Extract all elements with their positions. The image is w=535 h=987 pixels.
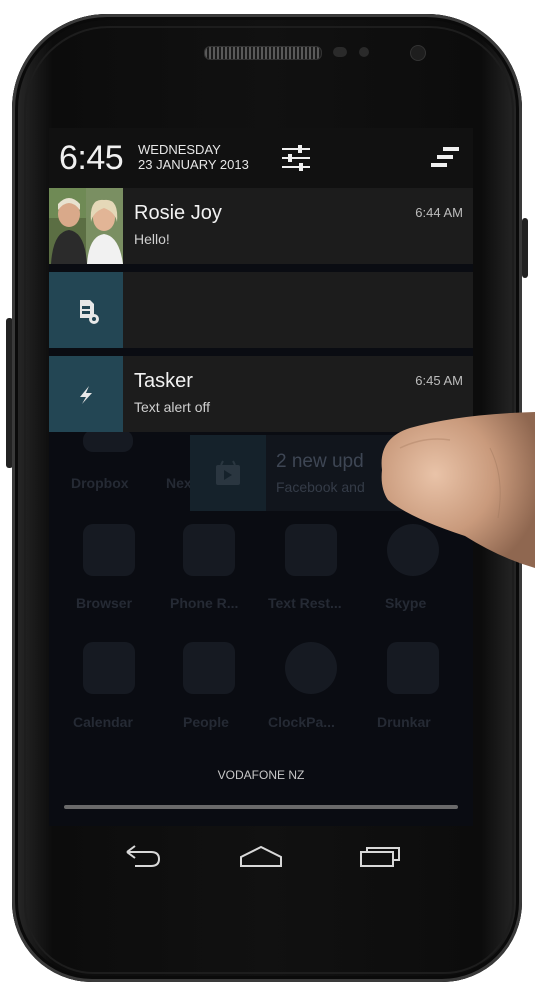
app-label-skype: Skype bbox=[385, 595, 427, 611]
quick-settings-icon[interactable] bbox=[281, 144, 311, 172]
app-icon bbox=[183, 524, 235, 576]
back-icon[interactable] bbox=[117, 838, 167, 874]
notification-sim-settings[interactable] bbox=[49, 272, 473, 348]
tasker-bolt-icon bbox=[49, 356, 123, 432]
notification-header: 6:45 WEDNESDAY 23 JANUARY 2013 bbox=[49, 128, 473, 188]
app-label-phone: Phone R... bbox=[170, 595, 239, 611]
background-notification-title: 2 new upd bbox=[276, 451, 364, 472]
notification-text: Text alert off bbox=[134, 399, 211, 415]
shade-drag-handle[interactable] bbox=[64, 805, 458, 809]
app-icon bbox=[183, 642, 235, 694]
contact-photo bbox=[49, 188, 123, 264]
earpiece-speaker bbox=[204, 46, 322, 60]
app-label-calendar: Calendar bbox=[73, 714, 133, 730]
notification-time: 6:44 AM bbox=[415, 205, 463, 220]
app-icon bbox=[83, 642, 135, 694]
sim-settings-icon bbox=[49, 272, 123, 348]
app-label-drunkar: Drunkar bbox=[377, 714, 431, 730]
app-icon bbox=[285, 524, 337, 576]
home-icon[interactable] bbox=[236, 838, 286, 874]
play-store-icon bbox=[190, 435, 266, 511]
power-button[interactable] bbox=[522, 218, 528, 278]
carrier-label: VODAFONE NZ bbox=[217, 768, 305, 782]
weekday: WEDNESDAY bbox=[138, 142, 221, 157]
light-sensor bbox=[359, 47, 369, 57]
notification-title: Tasker bbox=[134, 370, 193, 392]
proximity-sensor bbox=[333, 47, 347, 57]
app-label-textrest: Text Rest... bbox=[268, 595, 342, 611]
date: 23 JANUARY 2013 bbox=[138, 157, 249, 172]
notification-time: 6:45 AM bbox=[415, 373, 463, 388]
notification-text: Hello! bbox=[134, 231, 170, 247]
app-icon bbox=[83, 430, 133, 452]
navigation-bar bbox=[49, 826, 473, 888]
finger-overlay bbox=[370, 408, 535, 568]
app-label-people: People bbox=[183, 714, 229, 730]
app-icon bbox=[285, 642, 337, 694]
clock: 6:45 bbox=[59, 139, 124, 177]
background-notification-text: Facebook and bbox=[276, 479, 365, 495]
recents-icon[interactable] bbox=[355, 838, 405, 874]
app-icon bbox=[83, 524, 135, 576]
notification-rosie-joy[interactable]: Rosie Joy Hello! 6:44 AM bbox=[49, 188, 473, 264]
notification-title: Rosie Joy bbox=[134, 202, 222, 224]
front-camera bbox=[410, 45, 426, 61]
app-label-browser: Browser bbox=[76, 595, 133, 611]
app-label-clockpa: ClockPa... bbox=[268, 714, 335, 730]
app-icon bbox=[387, 642, 439, 694]
app-label-dropbox: Dropbox bbox=[71, 475, 129, 491]
clear-all-icon[interactable] bbox=[429, 146, 461, 170]
